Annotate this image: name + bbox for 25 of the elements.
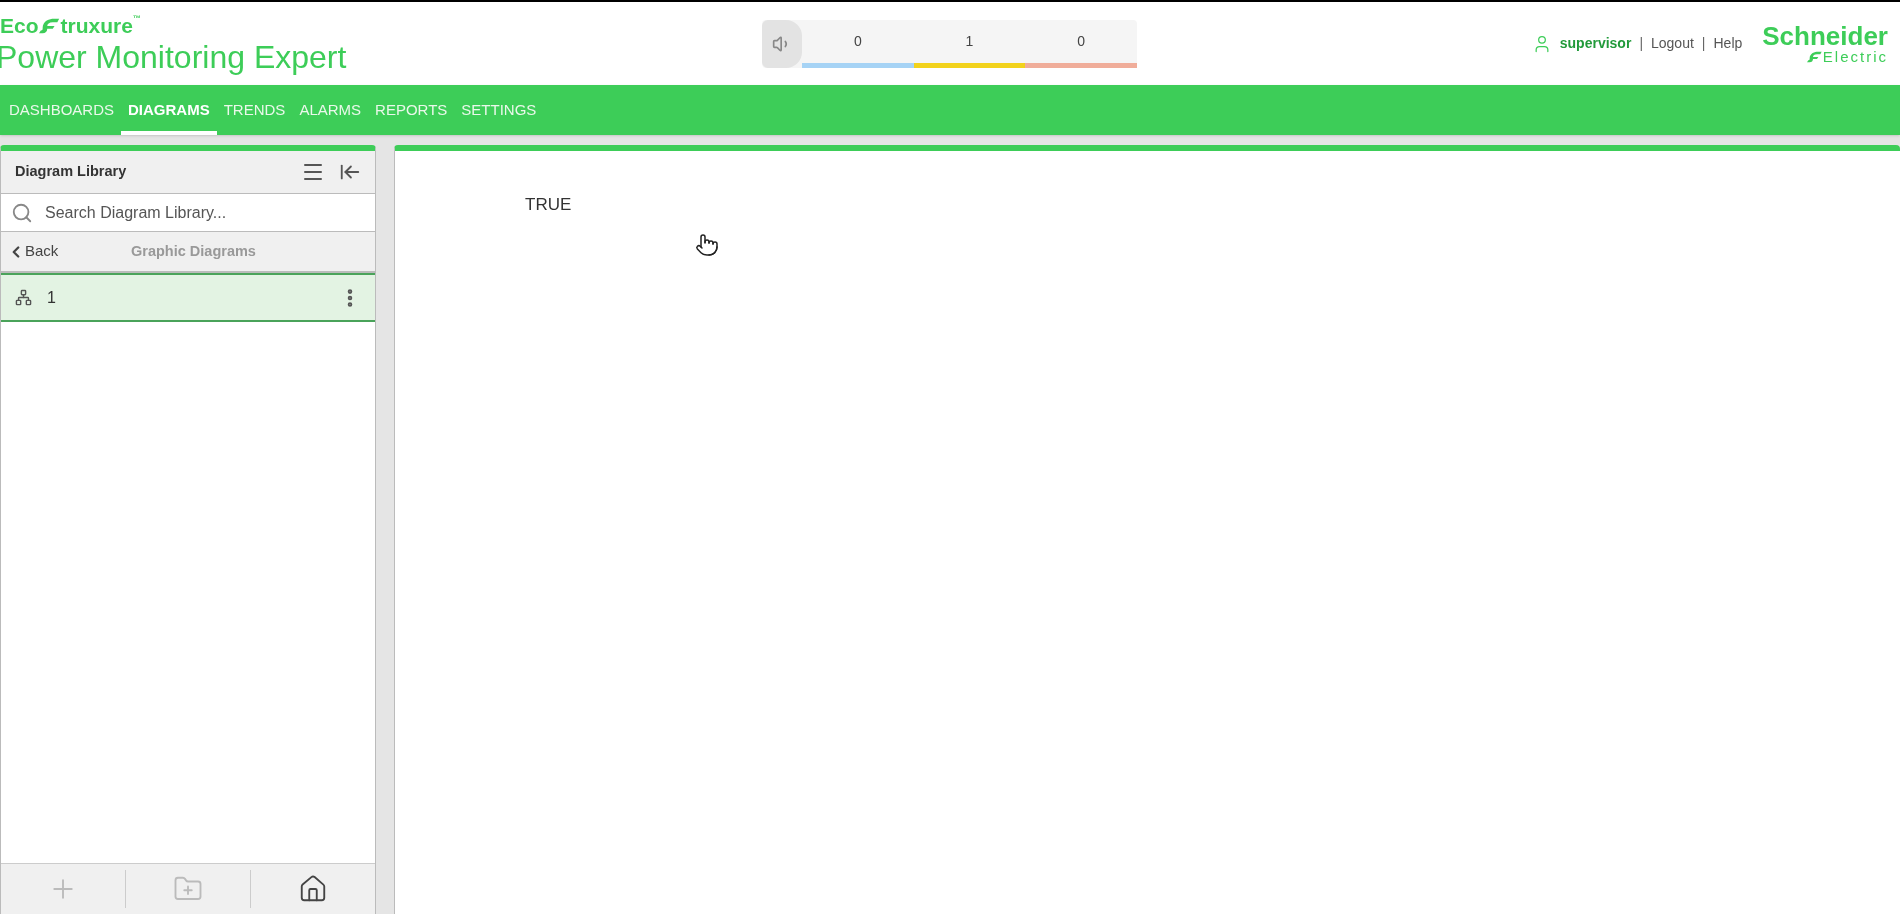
hand-cursor-icon <box>695 231 719 259</box>
search-field[interactable]: Search Diagram Library... <box>45 194 375 231</box>
diagram-item[interactable]: 1 <box>1 273 375 322</box>
alarm-count[interactable]: 1 <box>913 19 1026 63</box>
back-button[interactable]: Back <box>11 240 131 263</box>
company-name: Schneider <box>1762 22 1888 49</box>
panel-title: Diagram Library <box>15 162 128 182</box>
sound-button[interactable] <box>762 19 802 68</box>
brand-suffix: truxure <box>60 15 133 36</box>
breadcrumb-path: Graphic Diagrams <box>131 241 256 261</box>
item-label: 1 <box>47 287 57 308</box>
link-separator: | <box>1639 34 1643 53</box>
company-subname: Electric <box>1822 49 1888 64</box>
header-link[interactable]: Help <box>1713 33 1743 54</box>
hierarchy-icon <box>15 289 32 306</box>
alarm-count[interactable]: 0 <box>802 19 914 63</box>
trademark: ™ <box>132 14 141 23</box>
link-separator: | <box>1701 34 1706 53</box>
home-icon <box>298 874 328 904</box>
brand-prefix: Eco <box>0 15 39 36</box>
diagram-text: TRUE <box>525 194 572 216</box>
user-name[interactable]: supervisor <box>1559 33 1632 54</box>
alarm-count[interactable]: 0 <box>1025 19 1137 63</box>
search-icon <box>11 201 33 224</box>
header-link[interactable]: Logout <box>1651 33 1694 54</box>
